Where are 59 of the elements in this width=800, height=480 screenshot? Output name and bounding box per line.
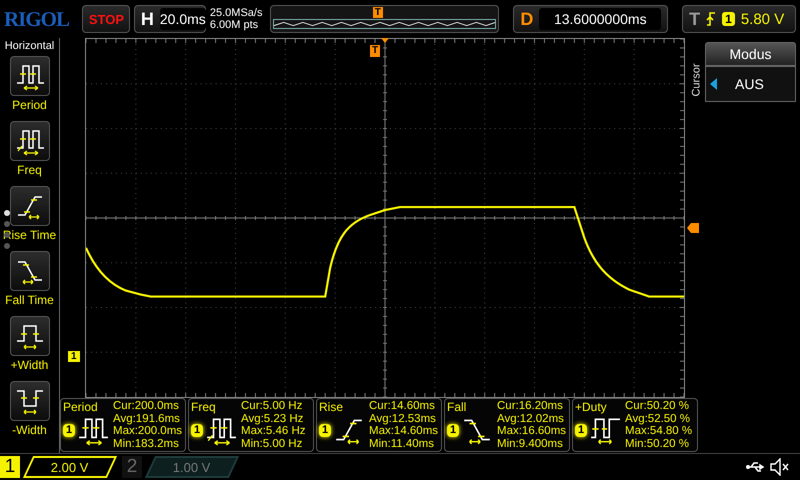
memory-waveform-icon bbox=[272, 19, 496, 29]
cursor-menu-caption: Cursor bbox=[690, 64, 702, 96]
channel-badge: 1 bbox=[447, 424, 460, 436]
channel-number: 2 bbox=[122, 456, 142, 478]
caret-icon bbox=[710, 78, 717, 90]
measurement-stat: Cur:50.20 % bbox=[625, 400, 690, 413]
measurement-title: Rise bbox=[319, 400, 344, 414]
measurement-stat: Avg:12.53ms bbox=[369, 412, 437, 426]
horizontal-position-marker bbox=[381, 38, 389, 43]
muted-speaker-icon bbox=[770, 458, 790, 476]
memory-depth: 6.00M pts bbox=[210, 19, 260, 31]
measurement-stat: Cur:5.00 Hz bbox=[241, 400, 304, 413]
channel-badge: 1 bbox=[191, 424, 204, 436]
channel-badge: 1 bbox=[319, 424, 332, 436]
mode-select-button[interactable]: AUS bbox=[705, 66, 796, 102]
sample-rate: 25.0MSa/s bbox=[210, 7, 264, 19]
delay-label: D bbox=[520, 8, 534, 30]
channel-badge: 1 bbox=[575, 424, 588, 436]
measurement-stat: Min:183.2ms bbox=[113, 438, 180, 450]
trigger-source-badge: 1 bbox=[722, 12, 735, 26]
measurement-stat: Max:200.0ms bbox=[113, 425, 183, 438]
measurement-stat: Avg:191.6ms bbox=[113, 412, 181, 426]
delay-value: 13.6000000ms bbox=[539, 8, 662, 30]
trigger-position-marker: T bbox=[370, 45, 380, 57]
trigger-level: 5.80 V bbox=[740, 10, 784, 28]
measurement-stat: Cur:14.60ms bbox=[369, 400, 436, 413]
measurement-stat: Avg:12.02ms bbox=[497, 412, 565, 426]
trigger-position-marker: T bbox=[372, 7, 383, 18]
horizontal-label: H bbox=[140, 8, 154, 30]
measurement-stat: Min:9.400ms bbox=[497, 438, 564, 450]
trigger-level-marker bbox=[687, 223, 699, 233]
measurement-stat: Max:5.46 Hz bbox=[241, 425, 307, 438]
rising-edge-icon bbox=[706, 12, 716, 26]
measurement-title: Freq bbox=[191, 400, 217, 414]
usb-icon bbox=[746, 461, 766, 473]
channel-scale-tab[interactable]: 2.00 V bbox=[22, 456, 118, 478]
measurement-title: Fall bbox=[447, 400, 468, 414]
measurement-stat: Min:5.00 Hz bbox=[241, 438, 304, 450]
measurement-stat: Max:16.60ms bbox=[497, 425, 567, 438]
channel-scale-tab[interactable]: 1.00 V bbox=[144, 456, 240, 478]
menu-title: Horizontal bbox=[4, 39, 54, 54]
trigger-label: T bbox=[689, 8, 700, 30]
measurement-title: +Duty bbox=[575, 400, 608, 414]
measurement-stat: Avg:52.50 % bbox=[625, 412, 692, 426]
measurement-stat: Avg:5.23 Hz bbox=[241, 412, 304, 426]
channel-badge: 1 bbox=[63, 424, 76, 436]
measurement-stat: Max:14.60ms bbox=[369, 425, 439, 438]
measurement-stat: Cur:200.0ms bbox=[113, 400, 180, 413]
channel-number: 1 bbox=[0, 456, 20, 478]
measurement-stat: Cur:16.20ms bbox=[497, 400, 564, 413]
run-stop-button[interactable]: STOP bbox=[82, 5, 130, 33]
measurement-stat: Max:54.80 % bbox=[625, 425, 694, 438]
measurement-stat: Min:11.40ms bbox=[369, 438, 435, 450]
channel-marker: 1 bbox=[68, 351, 80, 362]
brand-logo: RIGOL bbox=[4, 6, 70, 32]
mode-menu-title: Modus bbox=[705, 42, 796, 66]
timebase-value: 20.0ms bbox=[160, 8, 206, 30]
measurement-title: Period bbox=[63, 400, 99, 414]
measurement-stat: Min:50.20 % bbox=[625, 438, 690, 450]
